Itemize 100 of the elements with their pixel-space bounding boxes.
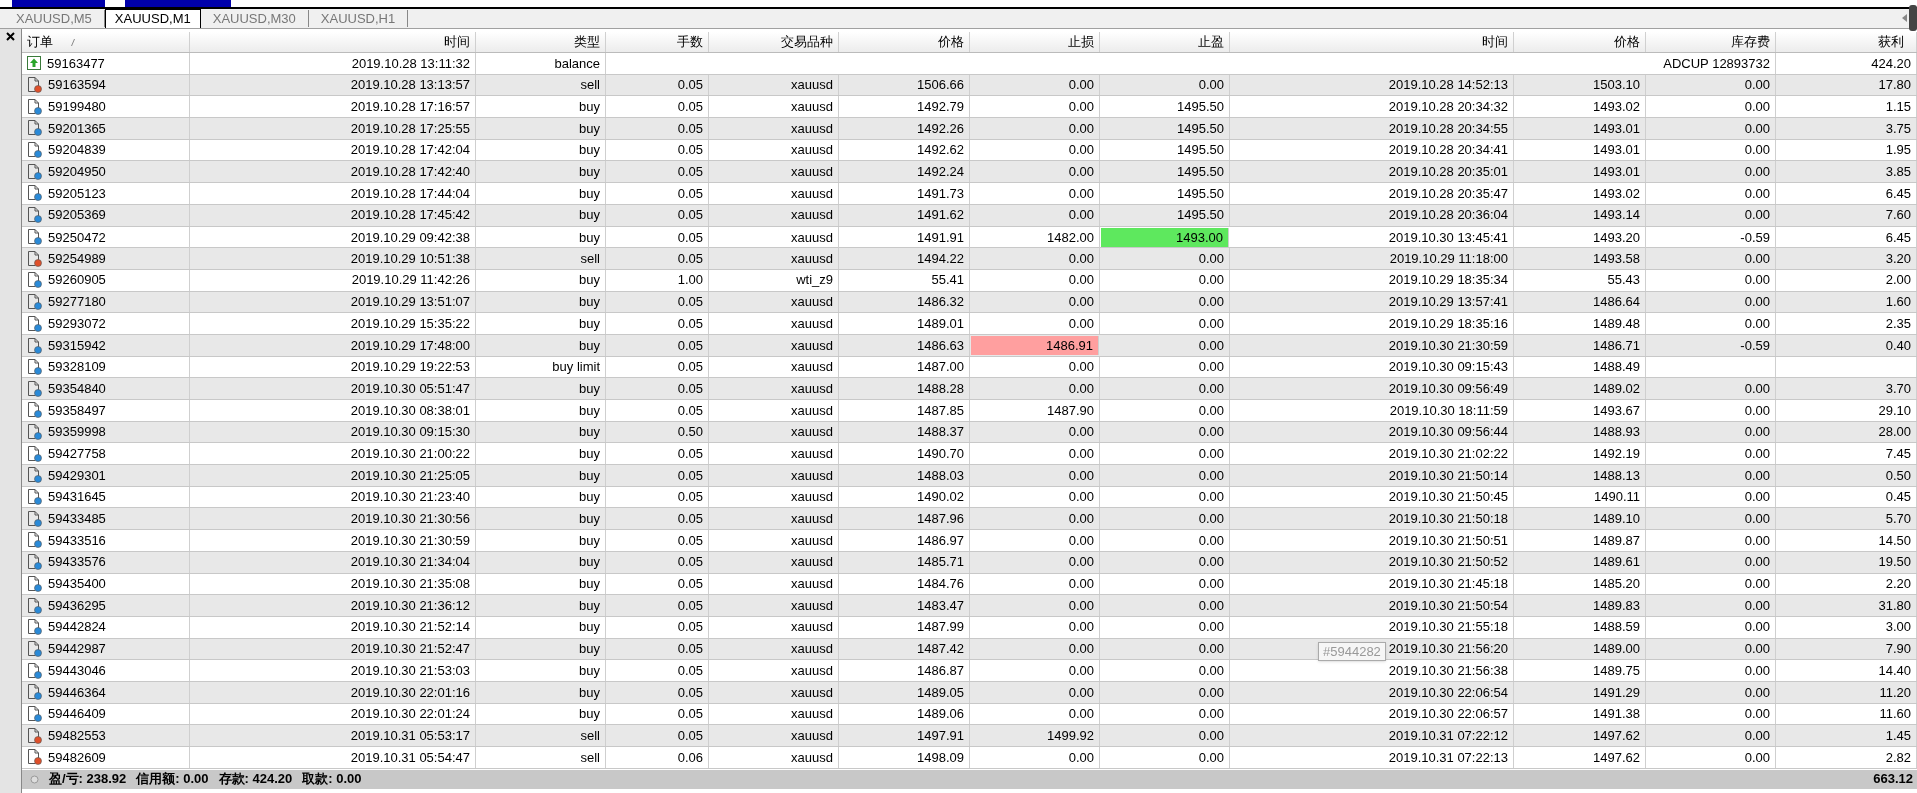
column-header[interactable]: 价格	[839, 32, 970, 52]
table-cell: 2019.10.28 17:42:40	[190, 161, 476, 183]
table-cell: 0.40	[1776, 334, 1917, 357]
table-cell: 1493.58	[1514, 248, 1646, 269]
order-number: 59482553	[48, 726, 106, 745]
table-cell: 2019.10.29 18:35:16	[1230, 313, 1514, 334]
table-cell: 2019.10.30 21:55:18	[1230, 616, 1514, 638]
table-cell: 2019.10.29 10:51:38	[190, 248, 476, 269]
table-cell: 5.70	[1776, 508, 1917, 530]
table-cell: 0.05	[606, 530, 709, 551]
table-cell: 19.50	[1776, 551, 1917, 573]
table-cell: xauusd	[709, 486, 839, 508]
column-header[interactable]: 价格	[1514, 32, 1646, 52]
table-cell: xauusd	[709, 530, 839, 551]
table-cell: 1497.62	[1514, 725, 1646, 746]
column-header[interactable]: 交易品种	[709, 32, 839, 52]
tooltip: #5944282	[1318, 642, 1386, 661]
column-header[interactable]: 类型	[476, 32, 606, 52]
column-header[interactable]: 订单	[22, 32, 190, 52]
table-cell: 0.05	[606, 183, 709, 204]
buy-order-icon	[27, 229, 42, 246]
table-cell: 0.05	[606, 378, 709, 399]
table-cell: 1486.63	[839, 334, 970, 357]
buy-order-icon	[27, 402, 42, 419]
buy-order-icon	[27, 445, 42, 462]
buy-order-icon	[27, 640, 42, 657]
table-cell: 1495.50	[1100, 96, 1230, 118]
table-cell: 2019.10.29 18:35:34	[1230, 269, 1514, 291]
table-cell: xauusd	[709, 334, 839, 357]
table-cell: 1489.75	[1514, 660, 1646, 681]
table-cell: 0.00	[1646, 378, 1776, 399]
buy-order-icon	[27, 380, 42, 397]
order-number: 59436295	[48, 596, 106, 615]
table-cell: 28.00	[1776, 421, 1917, 443]
table-cell: 2019.10.28 14:52:13	[1230, 74, 1514, 96]
table-cell: 0.00	[970, 291, 1100, 313]
scroll-left-icon[interactable]	[1902, 14, 1907, 22]
chart-tab[interactable]: XAUUSD,M1	[104, 9, 201, 28]
chart-tab[interactable]: XAUUSD,M5	[4, 10, 105, 27]
table-cell: 2019.10.28 17:42:04	[190, 139, 476, 161]
table-cell: 0.00	[970, 356, 1100, 378]
chart-tab[interactable]: XAUUSD,M30	[200, 10, 309, 27]
table-cell: 1484.76	[839, 573, 970, 595]
table-cell: 1489.48	[1514, 313, 1646, 334]
table-cell: 0.00	[1646, 530, 1776, 551]
table-cell: 1493.14	[1514, 204, 1646, 226]
order-number: 59315942	[48, 336, 106, 355]
order-number: 59435400	[48, 575, 106, 594]
buy-order-icon	[27, 358, 42, 375]
close-icon[interactable]	[6, 32, 15, 41]
table-cell: buy	[476, 638, 606, 660]
scrollbar-thumb[interactable]	[1909, 5, 1917, 31]
table-cell: ADCUP 12893732	[606, 53, 1776, 74]
order-number: 59328109	[48, 358, 106, 377]
table-cell: 0.00	[970, 139, 1100, 161]
table-cell: xauusd	[709, 421, 839, 443]
table-cell: 0.05	[606, 139, 709, 161]
table-cell: 1488.37	[839, 421, 970, 443]
chart-tab[interactable]: XAUUSD,H1	[308, 10, 409, 27]
column-header[interactable]: 手数	[606, 32, 709, 52]
table-cell: 1.45	[1776, 725, 1917, 746]
buy-order-icon	[27, 705, 42, 722]
column-header[interactable]: 库存费	[1646, 32, 1776, 52]
table-cell: 1.60	[1776, 291, 1917, 313]
table-cell: 1493.01	[1514, 139, 1646, 161]
table-cell: 0.00	[1100, 638, 1230, 660]
table-cell: 0.00	[1646, 313, 1776, 334]
column-header[interactable]: 获利	[1776, 32, 1917, 52]
table-cell: 2019.10.28 17:25:55	[190, 118, 476, 139]
column-header[interactable]: 时间	[1230, 32, 1514, 52]
table-cell: 1489.61	[1514, 551, 1646, 573]
table-cell: xauusd	[709, 118, 839, 139]
table-cell: 0.00	[970, 161, 1100, 183]
table-cell: sell	[476, 747, 606, 768]
table-cell: 1490.11	[1514, 486, 1646, 508]
buy-order-icon	[27, 120, 42, 137]
table-cell: 0.00	[970, 573, 1100, 595]
table-cell: 0.00	[1646, 161, 1776, 183]
table-cell: 2019.10.28 13:13:57	[190, 74, 476, 96]
table-cell: buy	[476, 269, 606, 291]
buy-order-icon	[27, 575, 42, 592]
table-cell: 1503.10	[1514, 74, 1646, 96]
column-header[interactable]: 时间	[190, 32, 476, 52]
column-header[interactable]: 止盈	[1100, 32, 1230, 52]
table-cell: 1489.01	[839, 313, 970, 334]
table-cell: 0.00	[970, 96, 1100, 118]
table-cell: 0.00	[1646, 638, 1776, 660]
column-header[interactable]: 止损	[970, 32, 1100, 52]
table-cell: buy	[476, 400, 606, 421]
table-cell: buy	[476, 465, 606, 486]
order-number: 59443046	[48, 661, 106, 680]
table-cell: xauusd	[709, 74, 839, 96]
table-cell: buy	[476, 96, 606, 118]
table-cell: sell	[476, 74, 606, 96]
table-cell: 0.05	[606, 161, 709, 183]
table-cell: 1486.32	[839, 291, 970, 313]
table-cell: 2019.10.30 22:01:24	[190, 703, 476, 725]
total-profit: 663.12	[1873, 770, 1913, 789]
table-cell: 2019.10.30 21:00:22	[190, 443, 476, 465]
table-cell: xauusd	[709, 660, 839, 681]
